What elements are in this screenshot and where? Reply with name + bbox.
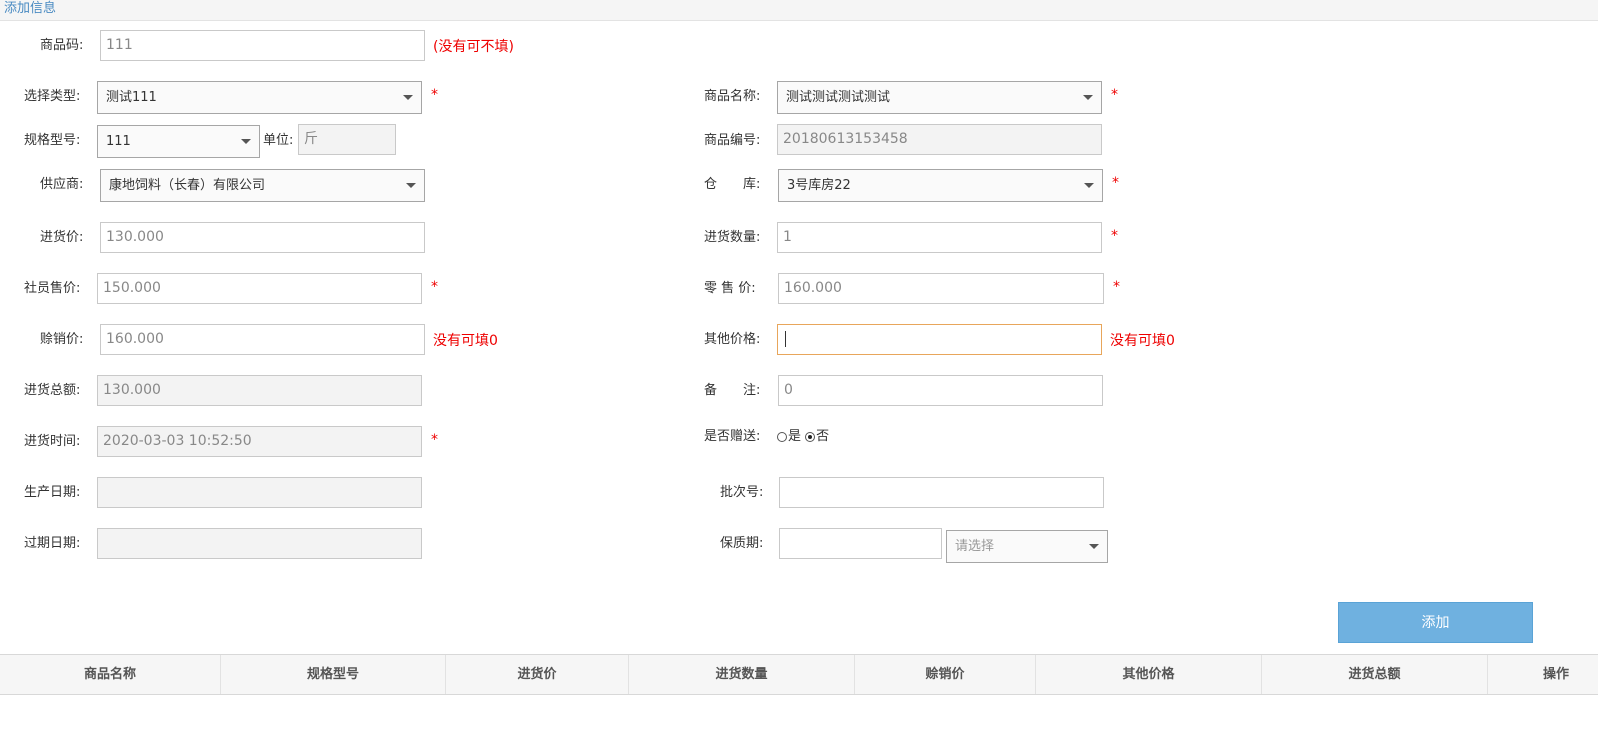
production-date-input[interactable] — [97, 477, 422, 508]
spec-label: 规格型号: — [24, 133, 81, 148]
warehouse-required-mark: * — [1112, 175, 1119, 191]
purchase-price-label: 进货价: — [40, 230, 84, 245]
supplier-select[interactable]: 康地饲料（长春）有限公司 — [100, 169, 425, 202]
product-name-select-value: 测试测试测试测试 — [786, 90, 891, 105]
credit-price-label: 赊销价: — [40, 332, 84, 347]
shelf-life-unit-select[interactable]: 请选择 — [946, 530, 1108, 563]
product-name-label: 商品名称: — [704, 89, 761, 104]
product-name-select[interactable]: 测试测试测试测试 — [777, 81, 1102, 114]
column-header-actions[interactable]: 操作 — [1488, 655, 1598, 694]
credit-price-hint: 没有可填0 — [433, 333, 498, 349]
shelf-life-label: 保质期: — [720, 536, 764, 551]
gift-label: 是否赠送: — [704, 429, 761, 444]
gift-no-label[interactable]: 否 — [816, 429, 829, 444]
expiry-date-input[interactable] — [97, 528, 422, 559]
batch-no-label: 批次号: — [720, 485, 764, 500]
page-header: 添加信息 — [0, 0, 1598, 21]
other-price-label: 其他价格: — [704, 332, 761, 347]
column-header-spec[interactable]: 规格型号 — [221, 655, 446, 694]
product-code-input[interactable]: 111 — [100, 30, 425, 61]
production-date-label: 生产日期: — [24, 485, 81, 500]
batch-no-input[interactable] — [779, 477, 1104, 508]
chevron-down-icon — [241, 139, 251, 144]
chevron-down-icon — [1083, 95, 1093, 100]
product-no-label: 商品编号: — [704, 133, 761, 148]
column-header-credit-price[interactable]: 赊销价 — [855, 655, 1036, 694]
chevron-down-icon — [403, 95, 413, 100]
product-code-label: 商品码: — [40, 38, 84, 53]
product-code-hint: (没有可不填) — [433, 39, 514, 55]
purchase-time-label: 进货时间: — [24, 434, 81, 449]
type-label: 选择类型: — [24, 89, 81, 104]
warehouse-label: 仓 库: — [704, 177, 761, 192]
column-header-purchase-total[interactable]: 进货总额 — [1262, 655, 1488, 694]
member-price-label: 社员售价: — [24, 281, 81, 296]
spec-select[interactable]: 111 — [97, 125, 260, 158]
shelf-life-unit-value: 请选择 — [955, 539, 995, 554]
purchase-price-input[interactable]: 130.000 — [100, 222, 425, 253]
retail-price-label: 零 售 价: — [704, 281, 756, 296]
gift-no-radio[interactable] — [805, 431, 816, 442]
retail-price-required-mark: * — [1113, 279, 1120, 295]
column-header-other-price[interactable]: 其他价格 — [1036, 655, 1262, 694]
purchase-total-input[interactable]: 130.000 — [97, 375, 422, 406]
remark-input[interactable]: 0 — [778, 375, 1103, 406]
type-select[interactable]: 测试111 — [97, 81, 422, 114]
other-price-input[interactable] — [777, 324, 1102, 355]
gift-yes-radio[interactable] — [777, 431, 787, 442]
column-header-product-name[interactable]: 商品名称 — [0, 655, 221, 694]
purchase-time-required-mark: * — [431, 432, 438, 448]
spec-select-value: 111 — [106, 134, 131, 149]
warehouse-select[interactable]: 3号库房22 — [778, 169, 1103, 202]
type-select-value: 测试111 — [106, 90, 157, 105]
table-header: 商品名称 规格型号 进货价 进货数量 赊销价 其他价格 进货总额 操作 — [0, 654, 1598, 695]
expiry-date-label: 过期日期: — [24, 536, 81, 551]
unit-label: 单位: — [263, 133, 294, 148]
gift-radio-group: 是 否 — [777, 429, 829, 445]
chevron-down-icon — [406, 183, 416, 188]
purchase-qty-input[interactable]: 1 — [777, 222, 1102, 253]
supplier-select-value: 康地饲料（长春）有限公司 — [109, 178, 266, 193]
type-required-mark: * — [431, 87, 438, 103]
other-price-hint: 没有可填0 — [1110, 333, 1175, 349]
purchase-qty-required-mark: * — [1111, 228, 1118, 244]
purchase-total-label: 进货总额: — [24, 383, 81, 398]
purchase-time-input[interactable]: 2020-03-03 10:52:50 — [97, 426, 422, 457]
purchase-qty-label: 进货数量: — [704, 230, 761, 245]
unit-input[interactable]: 斤 — [298, 124, 396, 155]
member-price-input[interactable]: 150.000 — [97, 273, 422, 304]
member-price-required-mark: * — [431, 279, 438, 295]
text-caret — [785, 331, 786, 347]
chevron-down-icon — [1089, 544, 1099, 549]
page-title: 添加信息 — [4, 1, 57, 16]
product-name-required-mark: * — [1111, 87, 1118, 103]
chevron-down-icon — [1084, 183, 1094, 188]
credit-price-input[interactable]: 160.000 — [100, 324, 425, 355]
supplier-label: 供应商: — [40, 177, 84, 192]
shelf-life-input[interactable] — [779, 528, 942, 559]
gift-yes-label[interactable]: 是 — [788, 429, 801, 444]
product-no-input[interactable]: 20180613153458 — [777, 124, 1102, 155]
retail-price-input[interactable]: 160.000 — [778, 273, 1104, 304]
add-button[interactable]: 添加 — [1338, 602, 1533, 643]
column-header-purchase-qty[interactable]: 进货数量 — [629, 655, 855, 694]
remark-label: 备 注: — [704, 383, 761, 398]
warehouse-select-value: 3号库房22 — [787, 178, 851, 193]
column-header-purchase-price[interactable]: 进货价 — [446, 655, 629, 694]
